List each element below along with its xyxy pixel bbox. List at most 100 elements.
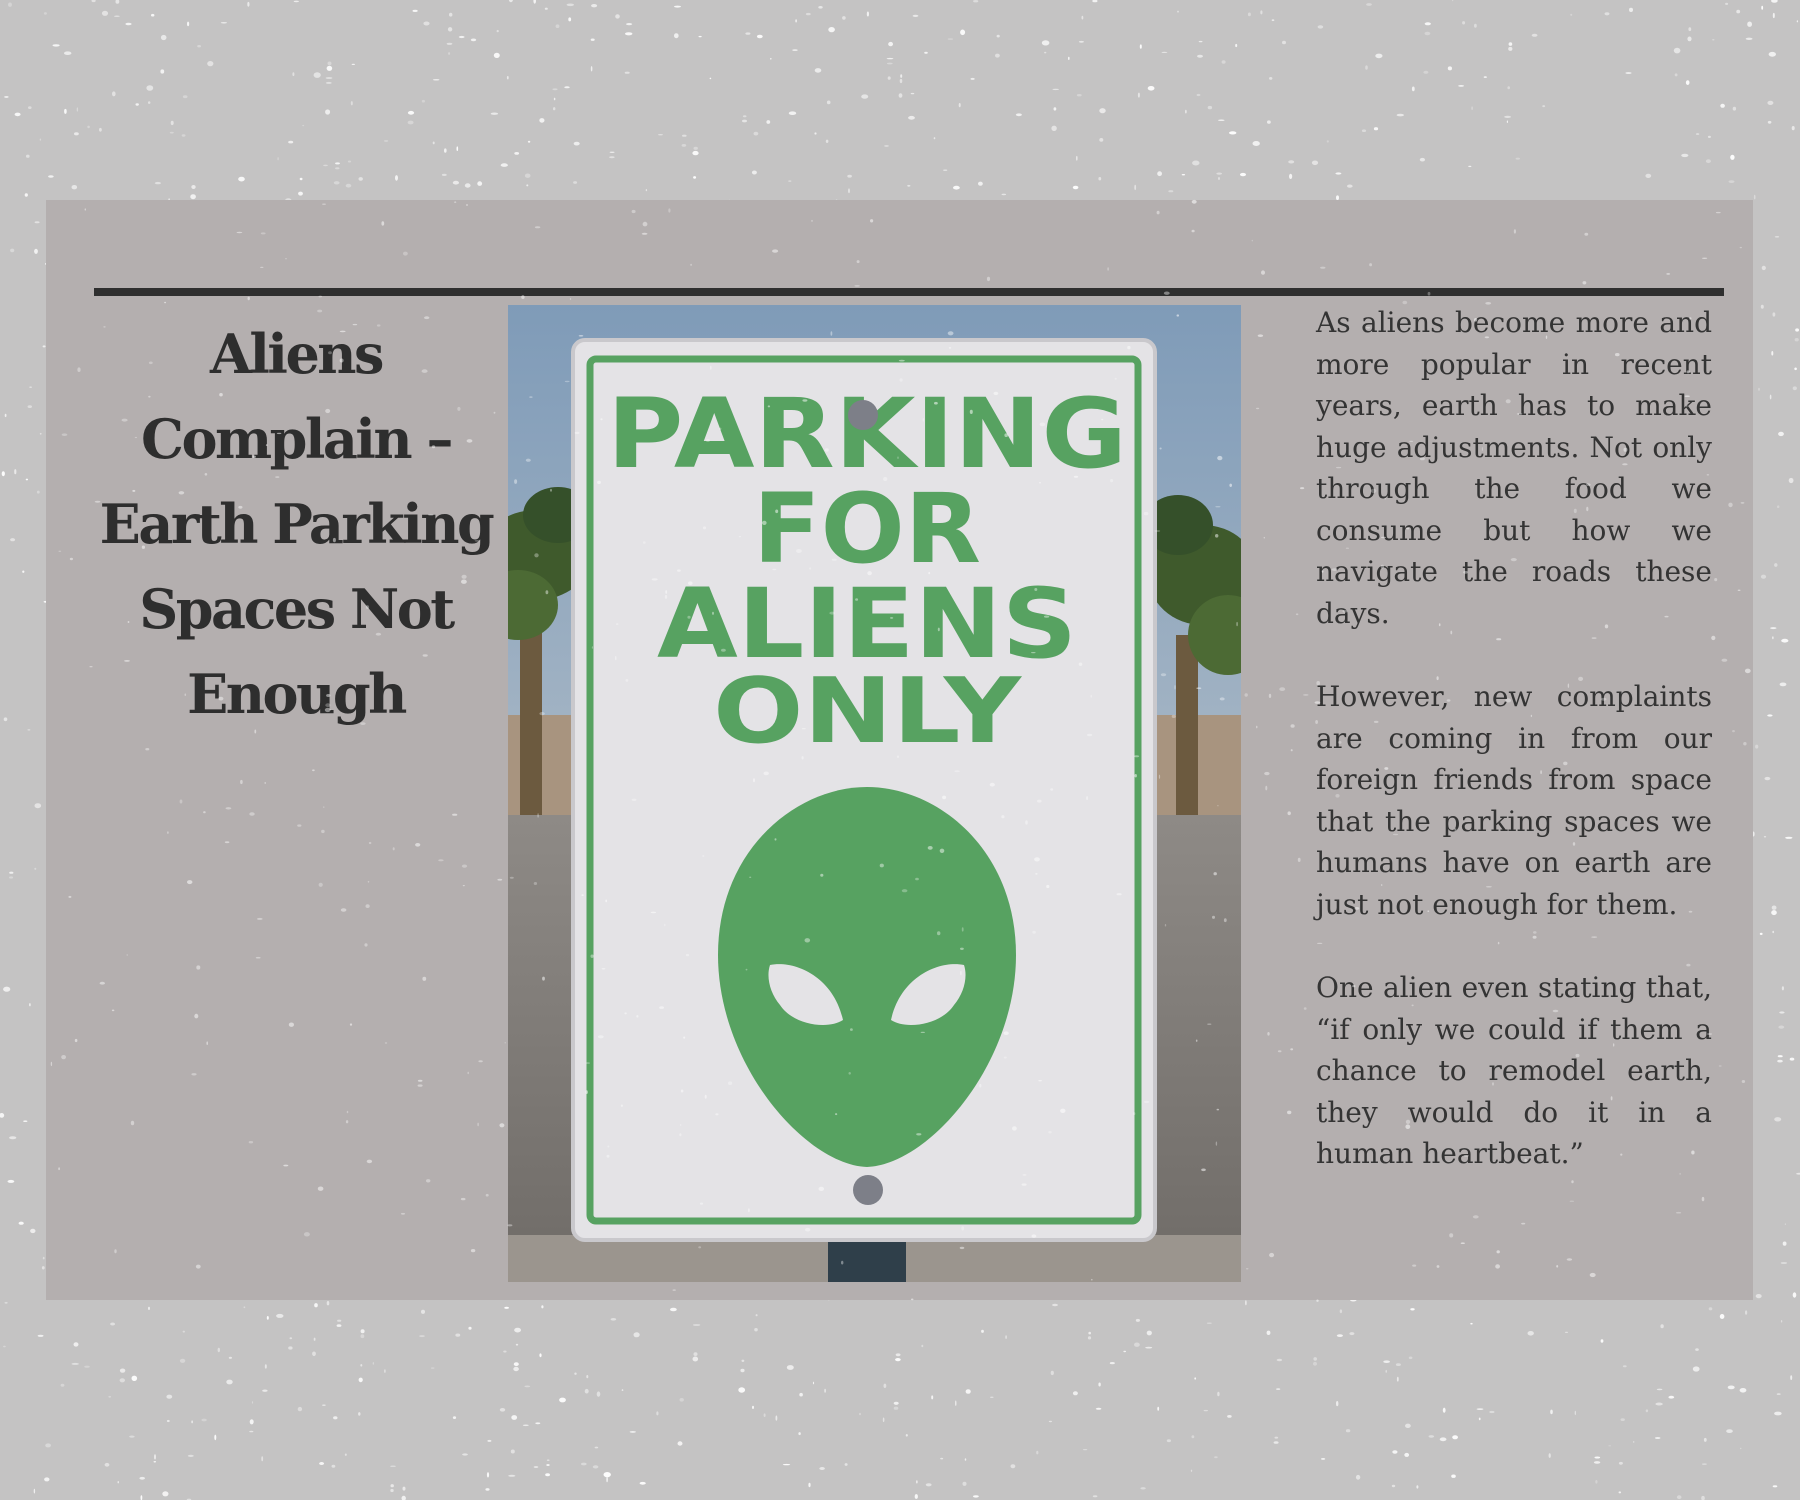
grunge-speck — [1777, 1055, 1783, 1058]
grunge-speck — [766, 120, 771, 124]
grunge-speck — [955, 1400, 957, 1406]
grunge-speck — [861, 94, 869, 99]
grunge-speck — [888, 41, 893, 47]
grunge-speck — [1336, 1401, 1339, 1407]
grunge-speck — [1157, 171, 1162, 177]
grunge-speck — [477, 181, 483, 186]
grunge-speck — [1276, 1388, 1281, 1390]
grunge-speck — [1645, 173, 1652, 178]
grunge-speck — [34, 803, 42, 809]
grunge-speck — [1273, 1441, 1279, 1444]
grunge-speck — [698, 35, 702, 38]
grunge-speck — [1078, 40, 1084, 43]
grunge-speck — [401, 1495, 406, 1500]
grunge-speck — [1504, 115, 1512, 118]
grunge-speck — [1194, 1377, 1197, 1380]
grunge-speck — [964, 1458, 967, 1461]
grunge-speck — [603, 1472, 611, 1478]
grunge-speck — [541, 1305, 544, 1309]
grunge-speck — [1391, 1484, 1396, 1488]
grunge-speck — [606, 1476, 608, 1483]
grunge-speck — [905, 1434, 908, 1437]
grunge-speck — [1053, 107, 1057, 111]
grunge-speck — [1092, 0, 1098, 3]
grunge-speck — [1217, 1391, 1220, 1397]
grunge-speck — [1781, 986, 1784, 991]
grunge-speck — [590, 66, 593, 72]
grunge-speck — [674, 5, 681, 8]
grunge-speck — [1, 471, 5, 477]
grunge-speck — [740, 1368, 745, 1373]
grunge-speck — [900, 74, 903, 78]
grunge-speck — [64, 108, 67, 114]
grunge-speck — [117, 1481, 119, 1484]
grunge-speck — [544, 7, 548, 10]
grunge-speck — [808, 1482, 811, 1488]
grunge-speck — [190, 194, 196, 200]
grunge-speck — [1177, 10, 1179, 13]
grunge-speck — [1763, 836, 1767, 838]
grunge-speck — [458, 35, 465, 39]
grunge-speck — [819, 1467, 825, 1470]
grunge-speck — [140, 1495, 143, 1500]
grunge-speck — [119, 1368, 126, 1373]
grunge-speck — [916, 1480, 918, 1484]
grunge-speck — [1311, 160, 1319, 166]
grunge-speck — [1745, 37, 1753, 40]
grunge-speck — [610, 1318, 617, 1321]
grunge-speck — [1771, 910, 1777, 916]
grunge-speck — [1777, 1059, 1783, 1063]
grunge-speck — [633, 1332, 640, 1338]
grunge-speck — [1146, 1330, 1152, 1336]
grunge-speck — [7, 1179, 15, 1183]
grunge-speck — [1001, 193, 1007, 196]
grunge-speck — [14, 469, 17, 475]
grunge-speck — [99, 127, 102, 132]
grunge-speck — [71, 1362, 79, 1365]
grunge-speck — [1099, 108, 1106, 114]
grunge-speck — [1267, 120, 1271, 124]
grunge-speck — [187, 1454, 194, 1457]
grunge-speck — [1135, 1318, 1140, 1322]
grunge-speck — [4, 96, 9, 98]
grunge-speck — [1336, 1334, 1343, 1337]
grunge-speck — [1245, 1300, 1247, 1306]
grunge-speck — [322, 1404, 326, 1406]
grunge-speck — [358, 1377, 363, 1383]
grunge-speck — [313, 72, 321, 78]
grunge-speck — [249, 1419, 254, 1425]
grunge-speck — [1720, 103, 1725, 108]
grunge-speck — [226, 1379, 233, 1385]
grunge-speck — [692, 150, 699, 156]
grunge-speck — [1770, 627, 1777, 630]
grunge-speck — [625, 32, 633, 36]
grunge-speck — [1218, 119, 1225, 121]
grunge-speck — [629, 1431, 636, 1433]
grunge-speck — [1383, 1360, 1390, 1363]
grunge-speck — [468, 1326, 472, 1330]
grunge-speck — [1355, 1474, 1361, 1480]
grunge-speck — [1139, 44, 1142, 49]
grunge-speck — [1778, 431, 1784, 437]
grunge-speck — [965, 1389, 971, 1394]
grunge-speck — [515, 1343, 519, 1346]
grunge-speck — [18, 1221, 24, 1225]
grunge-speck — [1181, 174, 1186, 176]
grunge-speck — [1321, 1458, 1326, 1460]
grunge-speck — [1099, 138, 1104, 142]
grunge-speck — [214, 1434, 217, 1441]
grunge-speck — [325, 109, 331, 115]
grunge-speck — [893, 1401, 899, 1405]
grunge-speck — [71, 185, 78, 190]
grunge-speck — [220, 22, 227, 24]
grunge-speck — [1052, 88, 1059, 91]
grunge-speck — [1736, 9, 1741, 14]
grunge-speck — [786, 1365, 794, 1370]
grunge-speck — [1419, 157, 1425, 162]
grunge-speck — [402, 1486, 406, 1491]
grunge-speck — [298, 191, 303, 196]
grunge-speck — [154, 181, 161, 185]
grunge-speck — [1727, 1385, 1735, 1390]
grunge-speck — [1468, 165, 1472, 168]
grunge-speck — [1688, 27, 1692, 32]
